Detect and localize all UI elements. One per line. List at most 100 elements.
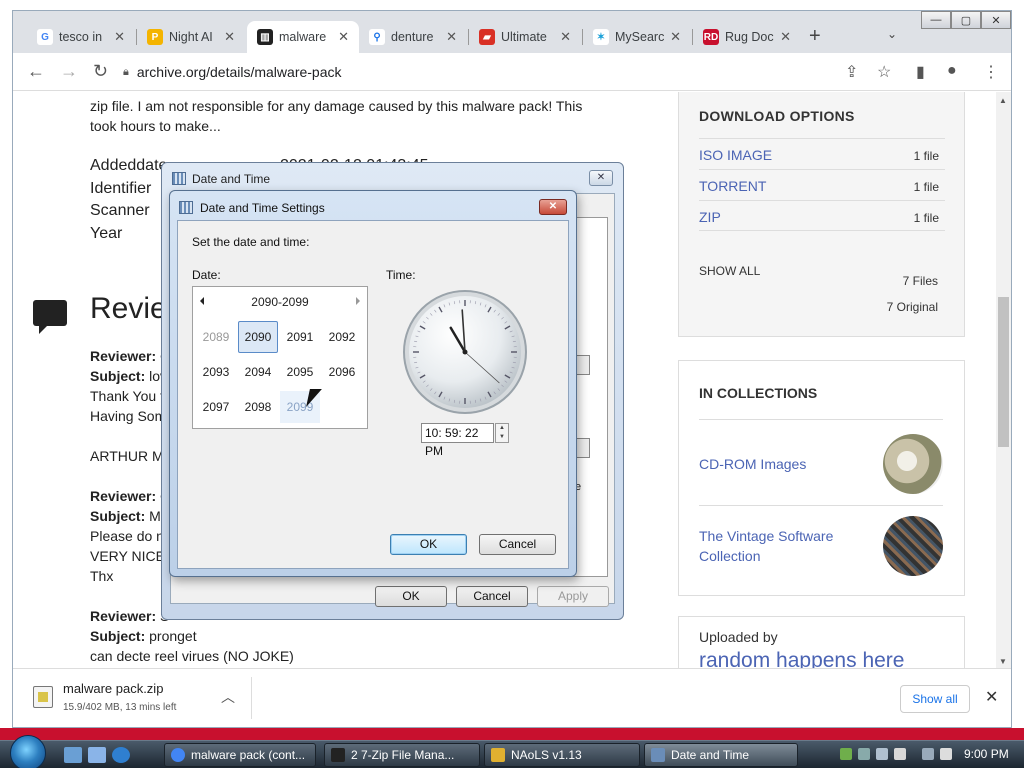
clock-tick: [448, 398, 451, 402]
show-all-link[interactable]: SHOW ALL: [699, 264, 760, 278]
reload-icon[interactable]: ↻: [93, 61, 108, 82]
ok-button[interactable]: OK: [390, 534, 467, 555]
chrome-icon: [171, 748, 185, 762]
forward-icon[interactable]: →: [60, 61, 78, 82]
side-panel-icon[interactable]: ▮: [916, 62, 925, 82]
calendar-header[interactable]: 2090-2099: [193, 295, 367, 309]
time-input[interactable]: 10: 59: 22 PM: [421, 423, 494, 458]
spin-up-icon[interactable]: ▲: [496, 424, 508, 433]
clock-tick: [438, 306, 443, 313]
system-clock[interactable]: 9:00 PM: [964, 747, 1009, 761]
calendar-year[interactable]: 2097: [196, 391, 236, 423]
collection-vintage-software[interactable]: The Vintage Software Collection: [699, 505, 943, 591]
cancel-button[interactable]: Cancel: [456, 586, 528, 607]
window-close-button[interactable]: ✕: [981, 11, 1011, 29]
clock-tick: [484, 396, 487, 400]
tab-night-ai[interactable]: P Night AI ✕: [137, 21, 245, 53]
calendar-year[interactable]: 2089: [196, 321, 236, 353]
tab-rug-doc[interactable]: RD Rug Doc ✕: [693, 21, 801, 53]
next-decade-icon[interactable]: [356, 297, 360, 305]
apply-button[interactable]: Apply: [537, 586, 609, 607]
taskbar-item-naols[interactable]: NAoLS v1.13: [484, 743, 640, 767]
panel-button[interactable]: [576, 355, 590, 375]
bookmark-star-icon[interactable]: ☆: [877, 62, 891, 82]
spin-down-icon[interactable]: ▼: [496, 433, 508, 442]
tab-search-button[interactable]: ⌄: [887, 27, 897, 41]
speech-bubble-icon: [33, 300, 67, 334]
cancel-button[interactable]: Cancel: [479, 534, 556, 555]
clock-tick: [415, 335, 419, 338]
tab-ultimate[interactable]: ▰ Ultimate ✕: [469, 21, 581, 53]
tray-icon[interactable]: [876, 748, 888, 760]
clock-tick: [453, 399, 456, 403]
back-icon[interactable]: ←: [27, 61, 45, 82]
switch-windows-icon[interactable]: [88, 747, 106, 763]
maximize-button[interactable]: ▢: [951, 11, 981, 29]
clock-tick: [511, 335, 515, 338]
minimize-button[interactable]: —: [921, 11, 951, 29]
tray-icon[interactable]: [894, 748, 906, 760]
time-spinner[interactable]: ▲ ▼: [495, 423, 509, 443]
calendar-year[interactable]: 2094: [238, 356, 278, 388]
menu-icon[interactable]: ⋮: [983, 62, 999, 82]
taskbar-item-chrome[interactable]: malware pack (cont...: [164, 743, 316, 767]
uploader-link[interactable]: random happens here: [699, 649, 904, 668]
collection-thumbnail: [883, 516, 943, 576]
tray-icon[interactable]: [858, 748, 870, 760]
scroll-thumb[interactable]: [998, 297, 1009, 447]
panel-button[interactable]: [576, 438, 590, 458]
calendar-year[interactable]: 2095: [280, 356, 320, 388]
network-icon[interactable]: [922, 748, 934, 760]
show-desktop-icon[interactable]: [64, 747, 82, 763]
calendar-year[interactable]: 2092: [322, 321, 362, 353]
chevron-up-icon[interactable]: ︿: [221, 687, 235, 707]
download-option-zip[interactable]: ZIP 1 file: [699, 200, 945, 231]
close-icon[interactable]: ✕: [539, 199, 567, 215]
clock-tick: [414, 361, 418, 364]
calendar-year[interactable]: 2098: [238, 391, 278, 423]
collection-cd-rom-images[interactable]: CD-ROM Images: [699, 419, 943, 505]
calendar-year[interactable]: 2093: [196, 356, 236, 388]
download-option-torrent[interactable]: TORRENT 1 file: [699, 169, 945, 200]
tab-mysearch[interactable]: ✶ MySearc ✕: [583, 21, 691, 53]
volume-icon[interactable]: [940, 748, 952, 760]
close-icon[interactable]: ✕: [985, 687, 998, 707]
clock-tick: [504, 374, 511, 379]
share-icon[interactable]: ⇪: [845, 62, 858, 82]
calendar-year-selected[interactable]: 2090: [238, 321, 278, 353]
close-icon[interactable]: ✕: [338, 29, 349, 45]
tab-tesco[interactable]: G tesco in ✕: [27, 21, 135, 53]
close-icon[interactable]: ✕: [589, 170, 613, 186]
taskbar-item-date-time[interactable]: Date and Time: [644, 743, 798, 767]
internet-explorer-icon[interactable]: [112, 747, 130, 763]
taskbar-item-7zip[interactable]: 2 7-Zip File Mana...: [324, 743, 480, 767]
tab-malware[interactable]: ▥ malware ✕: [247, 21, 359, 53]
start-button[interactable]: [10, 735, 46, 768]
calendar-year[interactable]: 2096: [322, 356, 362, 388]
download-option-iso[interactable]: ISO IMAGE 1 file: [699, 138, 945, 169]
show-all-downloads-button[interactable]: Show all: [900, 685, 970, 713]
download-options-title: DOWNLOAD OPTIONS: [699, 108, 855, 124]
new-tab-button[interactable]: +: [809, 25, 821, 48]
clock-tick: [453, 301, 456, 305]
profile-avatar[interactable]: ●: [947, 62, 957, 80]
close-icon[interactable]: ✕: [114, 29, 125, 45]
tab-denture[interactable]: ⚲ denture ✕: [359, 21, 467, 53]
browser-toolbar: ← → ↻ 🔒︎ archive.org/details/malware-pac…: [13, 53, 1011, 91]
address-bar[interactable]: 🔒︎ archive.org/details/malware-pack: [123, 59, 893, 85]
download-file-name[interactable]: malware pack.zip: [63, 681, 163, 696]
close-icon[interactable]: ✕: [780, 29, 791, 45]
close-icon[interactable]: ✕: [560, 29, 571, 45]
ok-button[interactable]: OK: [375, 586, 447, 607]
close-icon[interactable]: ✕: [670, 29, 681, 45]
clock-tick: [422, 380, 426, 383]
page-scrollbar[interactable]: ▲ ▼: [996, 92, 1011, 668]
tray-icon[interactable]: [840, 748, 852, 760]
close-icon[interactable]: ✕: [224, 29, 235, 45]
close-icon[interactable]: ✕: [446, 29, 457, 45]
clock-tick: [509, 330, 513, 333]
clock-tick: [419, 325, 426, 330]
calendar-year[interactable]: 2091: [280, 321, 320, 353]
analog-clock: [403, 290, 527, 414]
clock-tick: [487, 306, 492, 313]
